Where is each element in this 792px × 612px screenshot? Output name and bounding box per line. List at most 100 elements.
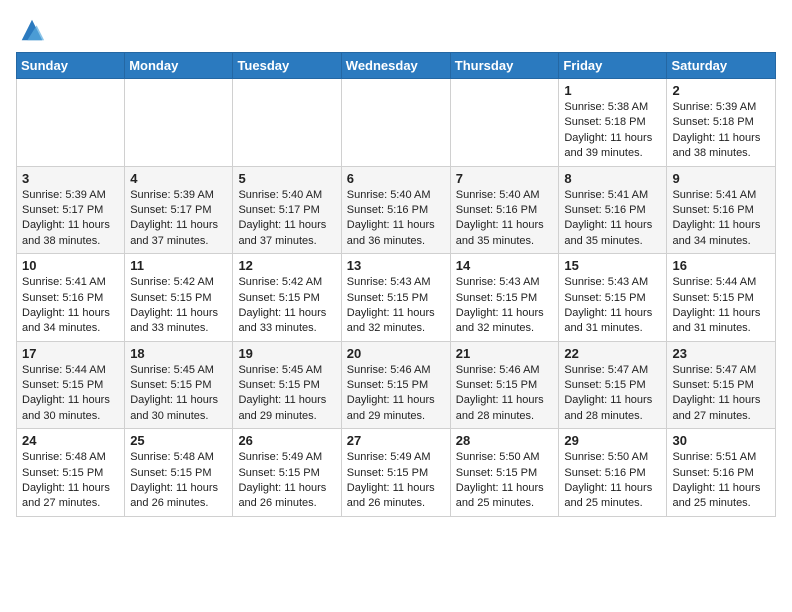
calendar-cell: 2 Sunrise: 5:39 AM Sunset: 5:18 PM Dayli… xyxy=(667,79,776,167)
sunrise-text: Sunrise: 5:41 AM xyxy=(22,276,106,288)
cell-info: Sunrise: 5:42 AM Sunset: 5:15 PM Dayligh… xyxy=(130,275,227,337)
calendar-cell: 18 Sunrise: 5:45 AM Sunset: 5:15 PM Dayl… xyxy=(125,341,233,429)
day-number: 25 xyxy=(130,433,227,448)
cell-info: Sunrise: 5:43 AM Sunset: 5:15 PM Dayligh… xyxy=(347,275,445,337)
daylight-text: Daylight: 11 hours and 33 minutes. xyxy=(238,307,326,334)
calendar-week-row: 1 Sunrise: 5:38 AM Sunset: 5:18 PM Dayli… xyxy=(17,79,776,167)
day-number: 17 xyxy=(22,346,119,361)
cell-info: Sunrise: 5:39 AM Sunset: 5:18 PM Dayligh… xyxy=(672,100,770,162)
sunset-text: Sunset: 5:15 PM xyxy=(564,292,645,304)
cell-info: Sunrise: 5:49 AM Sunset: 5:15 PM Dayligh… xyxy=(347,450,445,512)
cell-info: Sunrise: 5:41 AM Sunset: 5:16 PM Dayligh… xyxy=(672,188,770,250)
sunrise-text: Sunrise: 5:49 AM xyxy=(347,451,431,463)
calendar-cell: 16 Sunrise: 5:44 AM Sunset: 5:15 PM Dayl… xyxy=(667,254,776,342)
daylight-text: Daylight: 11 hours and 30 minutes. xyxy=(130,394,218,421)
sunset-text: Sunset: 5:16 PM xyxy=(564,204,645,216)
sunrise-text: Sunrise: 5:48 AM xyxy=(130,451,214,463)
sunrise-text: Sunrise: 5:40 AM xyxy=(347,189,431,201)
cell-info: Sunrise: 5:46 AM Sunset: 5:15 PM Dayligh… xyxy=(347,363,445,425)
daylight-text: Daylight: 11 hours and 31 minutes. xyxy=(564,307,652,334)
daylight-text: Daylight: 11 hours and 36 minutes. xyxy=(347,219,435,246)
calendar-cell: 17 Sunrise: 5:44 AM Sunset: 5:15 PM Dayl… xyxy=(17,341,125,429)
cell-info: Sunrise: 5:50 AM Sunset: 5:15 PM Dayligh… xyxy=(456,450,554,512)
calendar-cell: 21 Sunrise: 5:46 AM Sunset: 5:15 PM Dayl… xyxy=(450,341,559,429)
daylight-text: Daylight: 11 hours and 27 minutes. xyxy=(22,482,110,509)
calendar-cell: 3 Sunrise: 5:39 AM Sunset: 5:17 PM Dayli… xyxy=(17,166,125,254)
daylight-text: Daylight: 11 hours and 28 minutes. xyxy=(456,394,544,421)
sunrise-text: Sunrise: 5:40 AM xyxy=(456,189,540,201)
cell-info: Sunrise: 5:48 AM Sunset: 5:15 PM Dayligh… xyxy=(130,450,227,512)
daylight-text: Daylight: 11 hours and 28 minutes. xyxy=(564,394,652,421)
day-number: 11 xyxy=(130,258,227,273)
day-number: 30 xyxy=(672,433,770,448)
sunrise-text: Sunrise: 5:41 AM xyxy=(672,189,756,201)
calendar-cell xyxy=(341,79,450,167)
day-number: 14 xyxy=(456,258,554,273)
calendar-cell: 14 Sunrise: 5:43 AM Sunset: 5:15 PM Dayl… xyxy=(450,254,559,342)
calendar-cell: 10 Sunrise: 5:41 AM Sunset: 5:16 PM Dayl… xyxy=(17,254,125,342)
daylight-text: Daylight: 11 hours and 29 minutes. xyxy=(238,394,326,421)
cell-info: Sunrise: 5:40 AM Sunset: 5:17 PM Dayligh… xyxy=(238,188,335,250)
cell-info: Sunrise: 5:49 AM Sunset: 5:15 PM Dayligh… xyxy=(238,450,335,512)
sunrise-text: Sunrise: 5:46 AM xyxy=(347,364,431,376)
sunset-text: Sunset: 5:15 PM xyxy=(672,292,753,304)
daylight-text: Daylight: 11 hours and 26 minutes. xyxy=(347,482,435,509)
calendar-cell: 23 Sunrise: 5:47 AM Sunset: 5:15 PM Dayl… xyxy=(667,341,776,429)
sunrise-text: Sunrise: 5:46 AM xyxy=(456,364,540,376)
day-number: 9 xyxy=(672,171,770,186)
sunrise-text: Sunrise: 5:45 AM xyxy=(238,364,322,376)
sunset-text: Sunset: 5:16 PM xyxy=(672,467,753,479)
sunset-text: Sunset: 5:15 PM xyxy=(22,467,103,479)
sunset-text: Sunset: 5:15 PM xyxy=(456,467,537,479)
daylight-text: Daylight: 11 hours and 25 minutes. xyxy=(564,482,652,509)
daylight-text: Daylight: 11 hours and 29 minutes. xyxy=(347,394,435,421)
sunrise-text: Sunrise: 5:49 AM xyxy=(238,451,322,463)
day-header-saturday: Saturday xyxy=(667,53,776,79)
sunrise-text: Sunrise: 5:42 AM xyxy=(130,276,214,288)
day-number: 26 xyxy=(238,433,335,448)
logo xyxy=(16,16,46,44)
sunrise-text: Sunrise: 5:43 AM xyxy=(564,276,648,288)
daylight-text: Daylight: 11 hours and 26 minutes. xyxy=(130,482,218,509)
calendar-cell xyxy=(17,79,125,167)
sunset-text: Sunset: 5:17 PM xyxy=(238,204,319,216)
calendar-cell: 5 Sunrise: 5:40 AM Sunset: 5:17 PM Dayli… xyxy=(233,166,341,254)
cell-info: Sunrise: 5:51 AM Sunset: 5:16 PM Dayligh… xyxy=(672,450,770,512)
calendar-cell: 26 Sunrise: 5:49 AM Sunset: 5:15 PM Dayl… xyxy=(233,429,341,517)
calendar-cell: 28 Sunrise: 5:50 AM Sunset: 5:15 PM Dayl… xyxy=(450,429,559,517)
cell-info: Sunrise: 5:40 AM Sunset: 5:16 PM Dayligh… xyxy=(347,188,445,250)
cell-info: Sunrise: 5:45 AM Sunset: 5:15 PM Dayligh… xyxy=(130,363,227,425)
day-number: 8 xyxy=(564,171,661,186)
day-number: 1 xyxy=(564,83,661,98)
daylight-text: Daylight: 11 hours and 38 minutes. xyxy=(672,132,760,159)
calendar-cell: 11 Sunrise: 5:42 AM Sunset: 5:15 PM Dayl… xyxy=(125,254,233,342)
day-number: 6 xyxy=(347,171,445,186)
day-number: 19 xyxy=(238,346,335,361)
cell-info: Sunrise: 5:44 AM Sunset: 5:15 PM Dayligh… xyxy=(672,275,770,337)
daylight-text: Daylight: 11 hours and 32 minutes. xyxy=(347,307,435,334)
sunrise-text: Sunrise: 5:47 AM xyxy=(564,364,648,376)
cell-info: Sunrise: 5:44 AM Sunset: 5:15 PM Dayligh… xyxy=(22,363,119,425)
page-header xyxy=(16,16,776,44)
sunrise-text: Sunrise: 5:50 AM xyxy=(564,451,648,463)
sunset-text: Sunset: 5:17 PM xyxy=(22,204,103,216)
daylight-text: Daylight: 11 hours and 25 minutes. xyxy=(672,482,760,509)
sunset-text: Sunset: 5:15 PM xyxy=(347,292,428,304)
cell-info: Sunrise: 5:39 AM Sunset: 5:17 PM Dayligh… xyxy=(22,188,119,250)
sunrise-text: Sunrise: 5:43 AM xyxy=(347,276,431,288)
sunrise-text: Sunrise: 5:44 AM xyxy=(672,276,756,288)
calendar-cell: 22 Sunrise: 5:47 AM Sunset: 5:15 PM Dayl… xyxy=(559,341,667,429)
cell-info: Sunrise: 5:43 AM Sunset: 5:15 PM Dayligh… xyxy=(456,275,554,337)
sunrise-text: Sunrise: 5:44 AM xyxy=(22,364,106,376)
day-number: 7 xyxy=(456,171,554,186)
sunrise-text: Sunrise: 5:39 AM xyxy=(672,101,756,113)
daylight-text: Daylight: 11 hours and 33 minutes. xyxy=(130,307,218,334)
day-number: 3 xyxy=(22,171,119,186)
sunset-text: Sunset: 5:15 PM xyxy=(238,379,319,391)
day-header-monday: Monday xyxy=(125,53,233,79)
sunset-text: Sunset: 5:15 PM xyxy=(238,467,319,479)
daylight-text: Daylight: 11 hours and 34 minutes. xyxy=(22,307,110,334)
calendar-cell: 7 Sunrise: 5:40 AM Sunset: 5:16 PM Dayli… xyxy=(450,166,559,254)
day-header-friday: Friday xyxy=(559,53,667,79)
sunset-text: Sunset: 5:15 PM xyxy=(22,379,103,391)
